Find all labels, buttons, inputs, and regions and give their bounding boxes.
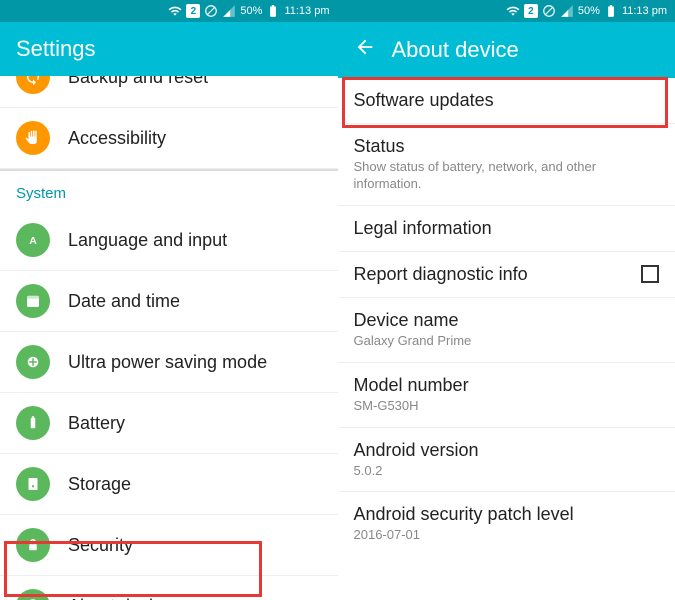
list-item-label: Backup and reset	[68, 76, 208, 88]
item-subtitle: 5.0.2	[354, 463, 660, 480]
list-item-label: Accessibility	[68, 128, 166, 149]
power-saving-icon	[16, 345, 50, 379]
about-content: Software updates Status Show status of b…	[338, 78, 675, 600]
item-software-updates[interactable]: Software updates	[338, 78, 675, 124]
list-item-label: Security	[68, 535, 133, 556]
settings-header: Settings	[0, 22, 338, 76]
calendar-icon	[16, 284, 50, 318]
about-header: About device	[338, 22, 675, 78]
info-icon: i	[16, 589, 50, 600]
backup-icon	[16, 76, 50, 94]
list-item-language[interactable]: A Language and input	[0, 210, 338, 271]
item-legal[interactable]: Legal information	[338, 206, 675, 252]
item-status[interactable]: Status Show status of battery, network, …	[338, 124, 675, 206]
item-subtitle: 2016-07-01	[354, 527, 660, 544]
wifi-icon	[168, 4, 182, 18]
settings-content: Backup and reset Accessibility System A …	[0, 76, 338, 600]
list-item-backup[interactable]: Backup and reset	[0, 76, 338, 108]
item-model-number[interactable]: Model number SM-G530H	[338, 363, 675, 428]
battery-icon	[266, 4, 280, 18]
diagnostic-checkbox[interactable]	[641, 265, 659, 283]
section-header-system: System	[0, 171, 338, 210]
list-item-label: About device	[68, 596, 172, 600]
list-item-label: Date and time	[68, 291, 180, 312]
status-time: 11:13 pm	[622, 5, 667, 17]
about-device-screen: 2 50% 11:13 pm About device Software upd…	[338, 0, 675, 600]
language-icon: A	[16, 223, 50, 257]
status-bar: 2 50% 11:13 pm	[0, 0, 338, 22]
sim-badge: 2	[524, 4, 538, 18]
list-item-battery[interactable]: Battery	[0, 393, 338, 454]
list-item-datetime[interactable]: Date and time	[0, 271, 338, 332]
hand-icon	[16, 121, 50, 155]
settings-screen: 2 50% 11:13 pm Settings Backup and reset…	[0, 0, 338, 600]
no-signal-icon	[542, 4, 556, 18]
no-signal-icon	[204, 4, 218, 18]
battery-percent: 50%	[578, 5, 600, 17]
item-title: Android version	[354, 440, 660, 461]
item-subtitle: SM-G530H	[354, 398, 660, 415]
battery-icon	[604, 4, 618, 18]
item-subtitle: Show status of battery, network, and oth…	[354, 159, 660, 193]
list-item-storage[interactable]: Storage	[0, 454, 338, 515]
list-item-label: Ultra power saving mode	[68, 352, 267, 373]
item-title: Status	[354, 136, 660, 157]
list-item-powersaving[interactable]: Ultra power saving mode	[0, 332, 338, 393]
storage-icon	[16, 467, 50, 501]
battery-item-icon	[16, 406, 50, 440]
item-title: Device name	[354, 310, 660, 331]
svg-text:A: A	[29, 235, 37, 247]
wifi-icon	[506, 4, 520, 18]
signal-icon	[222, 4, 236, 18]
item-security-patch[interactable]: Android security patch level 2016-07-01	[338, 492, 675, 556]
status-time: 11:13 pm	[284, 5, 329, 17]
list-item-label: Storage	[68, 474, 131, 495]
list-item-about[interactable]: i About device	[0, 576, 338, 600]
sim-badge: 2	[186, 4, 200, 18]
list-item-label: Language and input	[68, 230, 227, 251]
item-device-name[interactable]: Device name Galaxy Grand Prime	[338, 298, 675, 363]
item-subtitle: Galaxy Grand Prime	[354, 333, 660, 350]
battery-percent: 50%	[240, 5, 262, 17]
back-button[interactable]	[354, 36, 376, 64]
list-item-security[interactable]: Security	[0, 515, 338, 576]
item-title: Legal information	[354, 218, 660, 239]
item-android-version[interactable]: Android version 5.0.2	[338, 428, 675, 493]
arrow-left-icon	[354, 36, 376, 58]
page-title: Settings	[16, 36, 96, 62]
list-item-label: Battery	[68, 413, 125, 434]
list-item-accessibility[interactable]: Accessibility	[0, 108, 338, 169]
item-title: Android security patch level	[354, 504, 660, 525]
item-title: Software updates	[354, 90, 660, 111]
item-diagnostic[interactable]: Report diagnostic info	[338, 252, 675, 298]
lock-icon	[16, 528, 50, 562]
item-title: Report diagnostic info	[354, 264, 660, 285]
page-title: About device	[392, 37, 519, 63]
signal-icon	[560, 4, 574, 18]
item-title: Model number	[354, 375, 660, 396]
status-bar: 2 50% 11:13 pm	[338, 0, 675, 22]
